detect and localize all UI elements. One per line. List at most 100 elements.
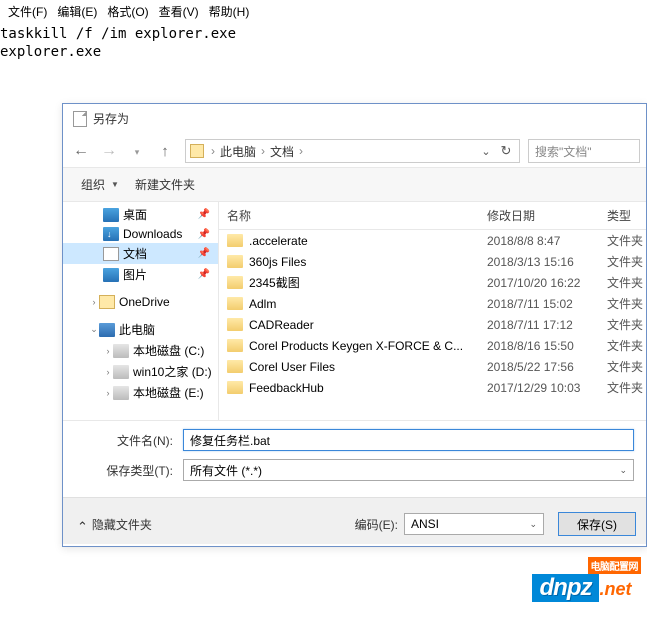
expand-icon[interactable]: › [103,346,113,356]
refresh-icon[interactable] [497,142,515,160]
onedrive-icon [99,295,115,309]
save-button[interactable]: 保存(S) [558,512,636,536]
menu-help[interactable]: 帮助(H) [205,2,254,21]
search-input[interactable]: 搜索"文档" [528,139,640,163]
notepad-text-content[interactable]: taskkill /f /im explorer.exe explorer.ex… [0,23,647,63]
folder-icon [190,144,204,158]
menu-edit[interactable]: 编辑(E) [53,2,101,21]
file-date: 2018/8/16 15:50 [479,339,599,353]
address-bar[interactable]: › 此电脑 › 文档 › [185,139,520,163]
breadcrumb-thispc[interactable]: 此电脑 [218,143,258,160]
search-placeholder: 搜索"文档" [535,143,592,160]
file-type: 文件夹 [599,358,646,375]
nav-forward-button[interactable] [97,139,121,163]
organize-button[interactable]: 组织 [73,172,127,197]
file-date: 2018/5/22 17:56 [479,360,599,374]
sidebar-item-drive-partial[interactable]: › 本地磁盘 (E:) [63,382,218,403]
hide-folders-toggle[interactable]: 隐藏文件夹 [73,516,152,533]
list-item[interactable]: CADReader 2018/7/11 17:12文件夹 [219,314,646,335]
tree-label: 本地磁盘 (C:) [133,342,204,359]
notepad-menu-bar: 文件(F) 编辑(E) 格式(O) 查看(V) 帮助(H) [0,0,647,23]
file-list-view: 名称 修改日期 类型 .accelerate2018/8/8 8:47文件夹 3… [219,202,646,420]
sidebar-item-desktop[interactable]: 桌面📌 [63,204,218,225]
tree-label: win10之家 (D:) [133,363,212,380]
file-date: 2018/8/8 8:47 [479,234,599,248]
filename-input[interactable]: 修复任务栏.bat [183,429,634,451]
breadcrumb-separator-icon: › [296,144,306,158]
nav-up-button[interactable] [153,139,177,163]
menu-view[interactable]: 查看(V) [155,2,203,21]
tree-label: 图片 [123,266,147,283]
file-name: Adlm [249,297,276,311]
save-as-dialog: 另存为 › 此电脑 › 文档 › 搜索"文档" 组织 [62,103,647,547]
documents-icon [103,247,119,261]
file-type: 文件夹 [599,232,646,249]
tree-label: 此电脑 [119,321,155,338]
sidebar-item-thispc[interactable]: ⌄ 此电脑 [63,319,218,340]
expand-icon[interactable]: › [103,367,113,377]
column-header-type[interactable]: 类型 [599,202,646,229]
folder-tree-sidebar: 桌面📌 Downloads📌 文档📌 图片📌 ›OneDrive ⌄ 此电脑 › 本… [63,202,219,420]
nav-history-dropdown[interactable] [125,139,149,163]
sidebar-item-onedrive[interactable]: ›OneDrive [63,293,218,311]
file-date: 2017/12/29 10:03 [479,381,599,395]
new-folder-button[interactable]: 新建文件夹 [127,172,203,197]
arrow-right-icon [101,142,117,160]
folder-icon [227,276,243,289]
navigation-bar: › 此电脑 › 文档 › 搜索"文档" [63,135,646,167]
list-item[interactable]: 2345截图2017/10/20 16:22文件夹 [219,272,646,293]
file-date: 2018/7/11 17:12 [479,318,599,332]
list-item[interactable]: 360js Files 2018/3/13 15:16文件夹 [219,251,646,272]
watermark: 电脑配置网 dnpz.net [532,557,642,602]
pictures-icon [103,268,119,282]
organize-label: 组织 [81,176,105,193]
sidebar-item-pictures[interactable]: 图片📌 [63,264,218,285]
list-item[interactable]: Adlm2018/7/11 15:02文件夹 [219,293,646,314]
desktop-icon [103,208,119,222]
dialog-titlebar: 另存为 [63,104,646,135]
file-name: Corel User Files [249,360,335,374]
file-name: 2345截图 [249,274,300,291]
file-type: 文件夹 [599,337,646,354]
list-item[interactable]: .accelerate2018/8/8 8:47文件夹 [219,230,646,251]
sidebar-item-drive-d[interactable]: › win10之家 (D:) [63,361,218,382]
arrow-up-icon [161,143,169,160]
breadcrumb-documents[interactable]: 文档 [268,143,296,160]
encoding-select[interactable]: ANSI ⌄ [404,513,544,535]
expand-icon[interactable]: › [89,297,99,307]
column-header-date[interactable]: 修改日期 [479,202,599,229]
menu-file[interactable]: 文件(F) [4,2,51,21]
folder-icon [227,234,243,247]
nav-back-button[interactable] [69,139,93,163]
menu-format[interactable]: 格式(O) [103,2,152,21]
drive-icon [113,344,129,358]
breadcrumb: › 此电脑 › 文档 › [208,143,306,160]
sidebar-item-drive-c[interactable]: › 本地磁盘 (C:) [63,340,218,361]
file-name: 360js Files [249,255,306,269]
filename-label: 文件名(N): [75,432,183,449]
list-item[interactable]: Corel Products Keygen X-FORCE & C...2018… [219,335,646,356]
savetype-label: 保存类型(T): [75,462,183,479]
list-item[interactable]: Corel User Files 2018/5/22 17:56文件夹 [219,356,646,377]
hide-folders-label: 隐藏文件夹 [92,516,152,533]
sidebar-item-downloads[interactable]: Downloads📌 [63,225,218,243]
file-name: CADReader [249,318,314,332]
file-list: .accelerate2018/8/8 8:47文件夹 360js Files 2… [219,230,646,398]
address-dropdown-icon[interactable] [477,142,495,160]
tree-label: 本地磁盘 (E:) [133,384,204,401]
collapse-icon[interactable]: ⌄ [89,324,99,335]
file-type: 文件夹 [599,316,646,333]
column-header-name[interactable]: 名称 [219,202,479,229]
new-folder-label: 新建文件夹 [135,176,195,193]
watermark-logo: dnpz [532,574,600,602]
file-type: 文件夹 [599,253,646,270]
expand-icon[interactable]: › [103,388,113,398]
savetype-select[interactable]: 所有文件 (*.*) ⌄ [183,459,634,481]
file-date: 2018/3/13 15:16 [479,255,599,269]
file-type: 文件夹 [599,379,646,396]
sidebar-item-documents[interactable]: 文档📌 [63,243,218,264]
arrow-left-icon [73,142,89,160]
list-item[interactable]: FeedbackHub2017/12/29 10:03文件夹 [219,377,646,398]
watermark-top-text: 电脑配置网 [588,557,642,574]
folder-icon [227,255,243,268]
